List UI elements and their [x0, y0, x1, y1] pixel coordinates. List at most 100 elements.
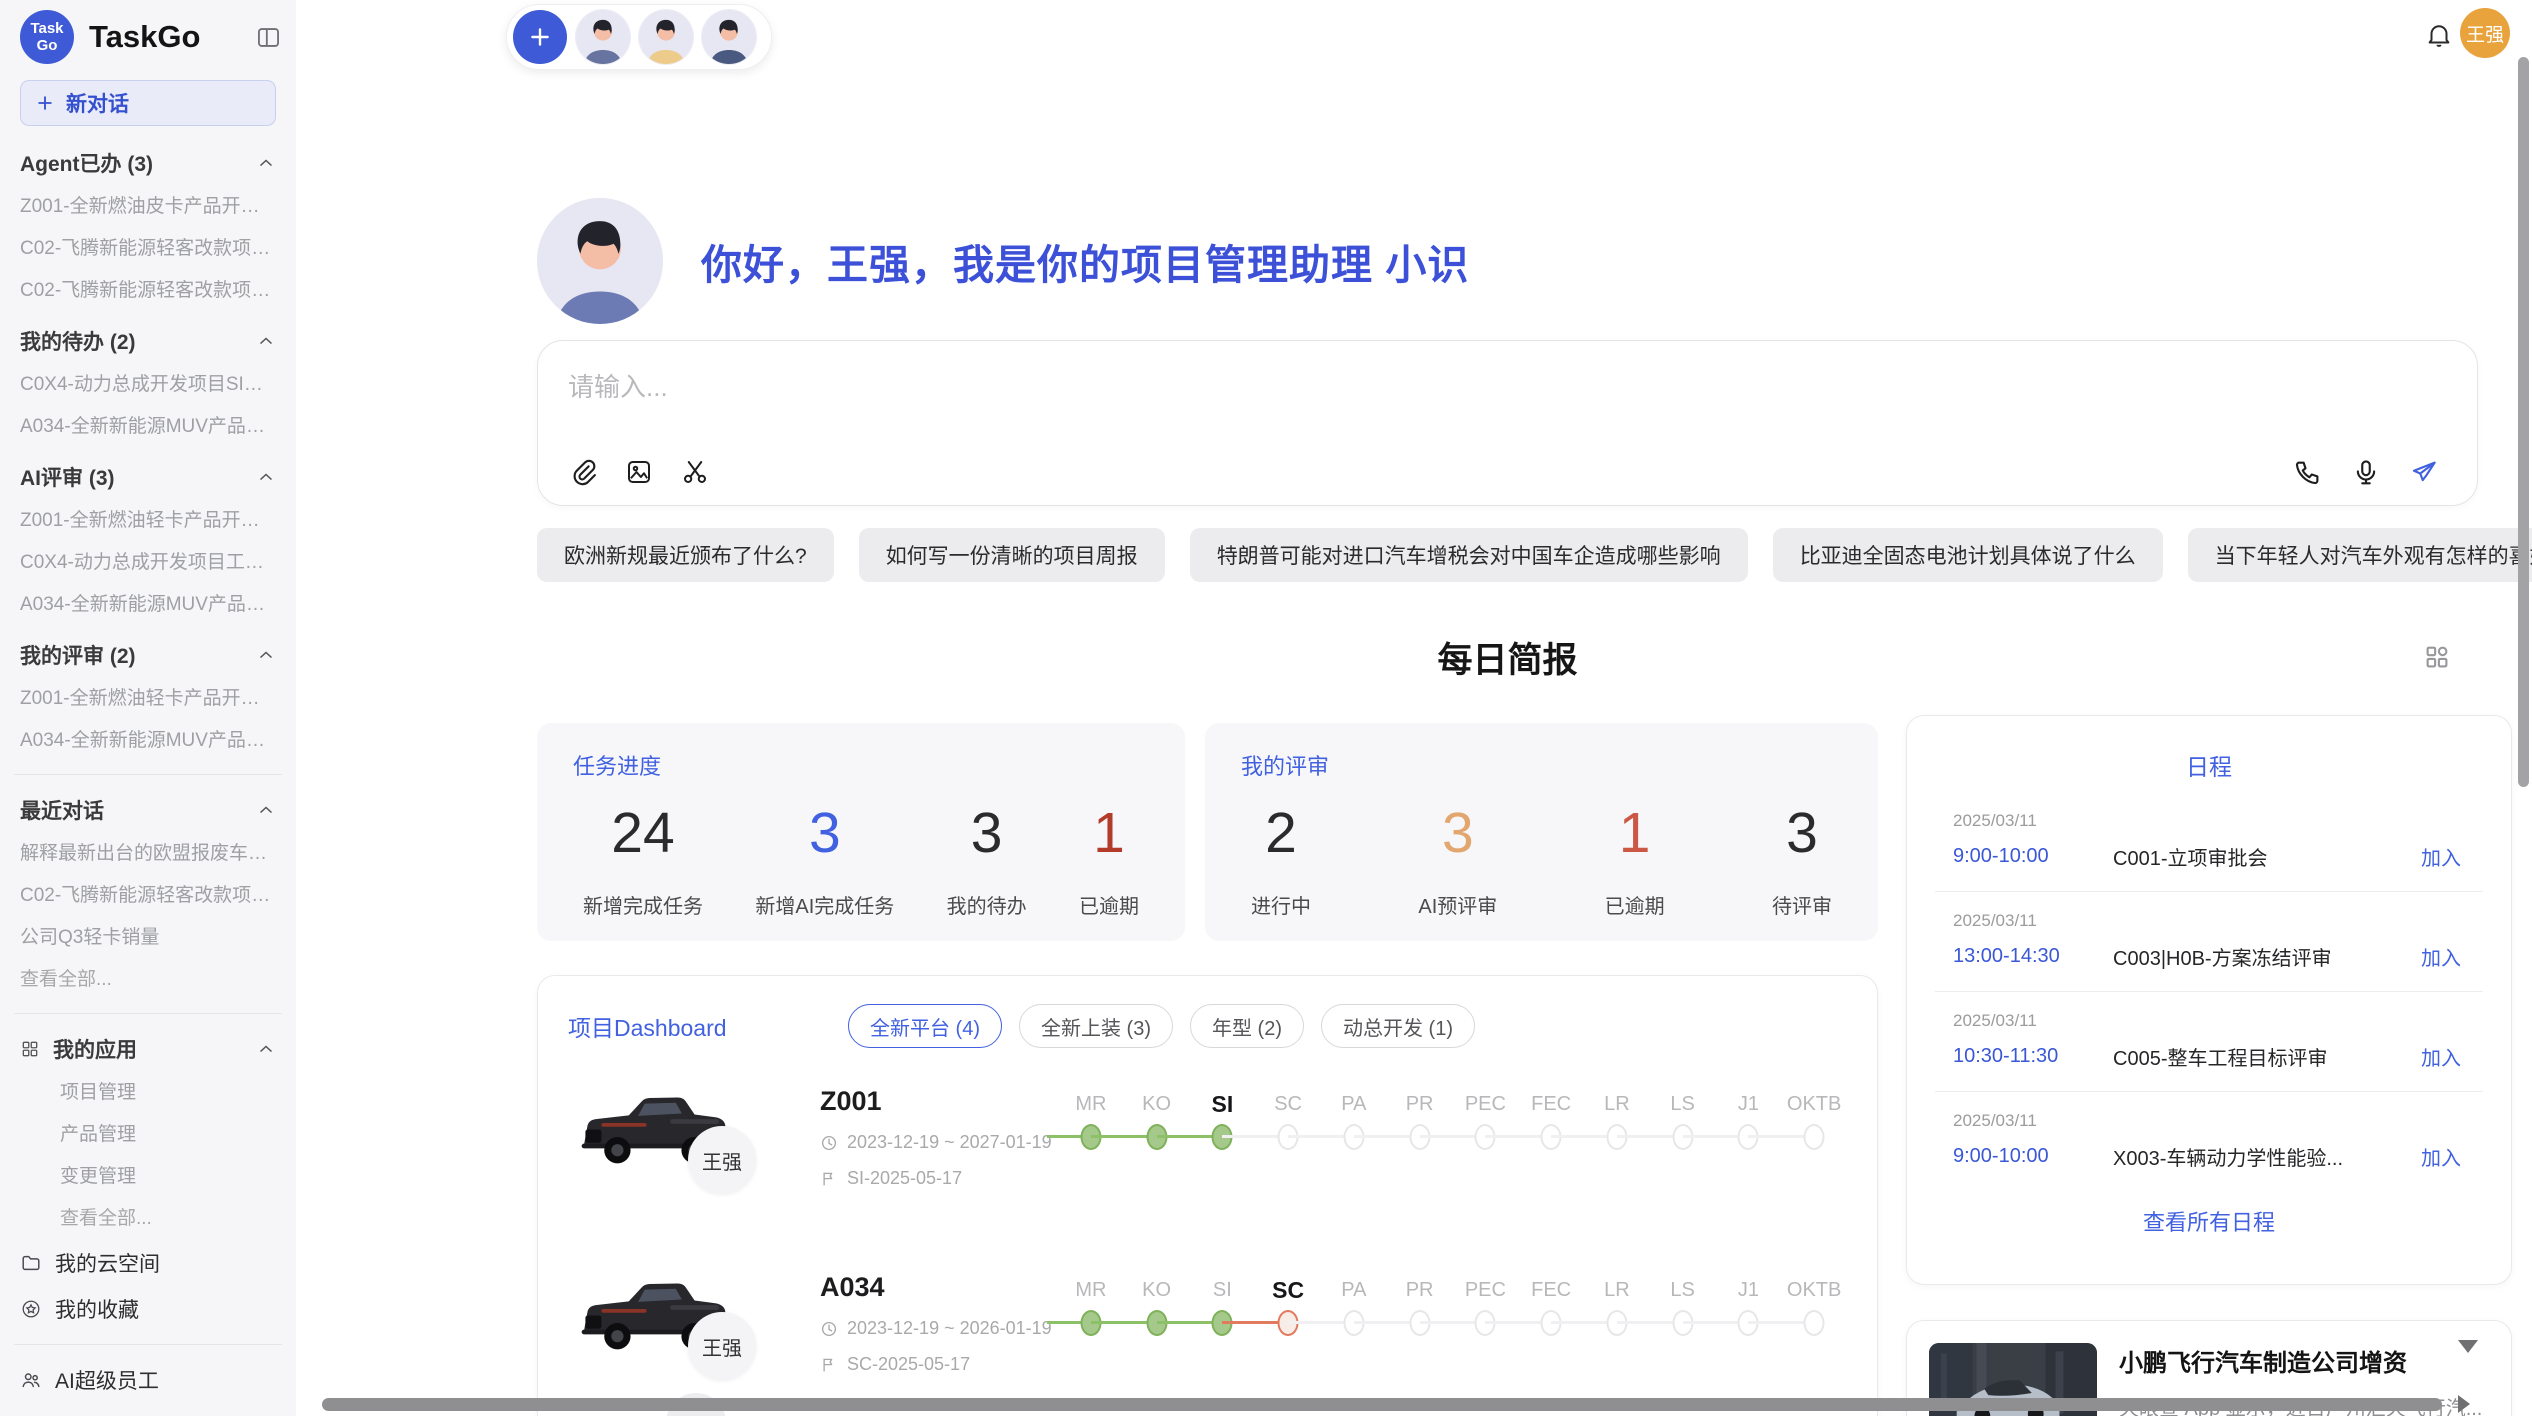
sidebar-item[interactable]: C02-飞腾新能源轻客改款项目里程碑画布: [20, 228, 276, 270]
milestone-label: MR: [1058, 1088, 1124, 1120]
sidebar-item-folder[interactable]: 我的云空间: [20, 1240, 276, 1286]
sidebar-tool[interactable]: 帮我写作: [20, 1403, 276, 1416]
stat-row: 2进行中3AI预评审1已逾期3待评审: [1241, 805, 1842, 919]
filter-pill[interactable]: 全新平台 (4): [848, 1004, 1002, 1048]
milestone-stop: MR: [1058, 1274, 1124, 1340]
suggestion-chip[interactable]: 当下年轻人对汽车外观有怎样的喜好趋势: [2188, 528, 2532, 582]
divider: [14, 1013, 282, 1014]
chevron-up-icon: [256, 467, 276, 487]
schedule-item-main: 9:00-10:00X003-车辆动力学性能验...加入: [1953, 1142, 2461, 1171]
notification-bell-icon[interactable]: [2424, 20, 2454, 50]
scroll-right-arrow[interactable]: [2458, 1395, 2470, 1413]
milestone-dot[interactable]: [1804, 1310, 1825, 1336]
plus-icon: [527, 24, 553, 50]
clock-icon: [820, 1320, 838, 1338]
milestone-label: KO: [1124, 1274, 1190, 1306]
sidebar-section-header[interactable]: AI评审 (3): [20, 454, 276, 500]
view-all-schedule-link[interactable]: 查看所有日程: [1907, 1205, 2511, 1237]
milestone-label: FEC: [1518, 1274, 1584, 1306]
sidebar-section-header[interactable]: 我的待办 (2): [20, 318, 276, 364]
sidebar-item[interactable]: A034-全新新能源MUV产品开发项目造型可行性评审: [20, 720, 276, 762]
milestone-label: LS: [1650, 1274, 1716, 1306]
stat-row: 24新增完成任务3新增AI完成任务3我的待办1已逾期: [573, 805, 1149, 919]
milestone-label: PEC: [1453, 1274, 1519, 1306]
stat-card-title: 我的评审: [1241, 749, 1842, 781]
new-chat-button[interactable]: 新对话: [20, 80, 276, 126]
join-link[interactable]: 加入: [2421, 842, 2461, 871]
sidebar-item[interactable]: 项目管理: [20, 1072, 276, 1114]
join-link[interactable]: 加入: [2421, 942, 2461, 971]
sidebar-section-header[interactable]: Agent已办 (3): [20, 140, 276, 186]
member-avatar[interactable]: [576, 10, 630, 64]
sidebar-section-title: 我的评审 (2): [20, 640, 136, 670]
milestone-stop: PEC: [1453, 1274, 1519, 1340]
sidebar-item[interactable]: A034-全新新能源MUV产品开发项目计划变更表编写: [20, 406, 276, 448]
join-link[interactable]: 加入: [2421, 1042, 2461, 1071]
project-row: 王强Z0012023-12-19 ~ 2027-01-19SI-2025-05-…: [568, 1084, 1847, 1234]
project-flag-text: SI-2025-05-17: [847, 1168, 962, 1189]
sidebar-item[interactable]: 解释最新出台的欧盟报废车法规再生塑料比例被调至15%...: [20, 833, 276, 875]
collapse-sidebar-icon[interactable]: [255, 24, 282, 51]
scroll-down-arrow[interactable]: [2458, 1340, 2478, 1353]
sidebar-header: Task Go TaskGo: [0, 0, 296, 64]
sidebar-item[interactable]: A034-全新新能源MUV产品开发项目法规符合性评审: [20, 584, 276, 626]
sidebar-item[interactable]: 变更管理: [20, 1156, 276, 1198]
sidebar-section-header[interactable]: 我的应用: [20, 1026, 276, 1072]
composer-actions: [2293, 457, 2439, 487]
project-dates: 2023-12-19 ~ 2027-01-19: [820, 1132, 1058, 1153]
sidebar-item[interactable]: C0X4-动力总成开发项目SI里程碑提交物检查: [20, 364, 276, 406]
sidebar-item[interactable]: Z001-全新燃油轻卡产品开发项目SI节点属性5D文件评审: [20, 678, 276, 720]
sidebar-item[interactable]: C02-飞腾新能源轻客改款项目立项汇报方案: [20, 270, 276, 312]
sidebar-item[interactable]: Z001-全新燃油皮卡产品开发项目SI节点Lesson Learn报告: [20, 186, 276, 228]
vertical-scrollbar[interactable]: [2518, 57, 2529, 787]
suggestion-chip[interactable]: 欧洲新规最近颁布了什么?: [537, 528, 834, 582]
sidebar-item[interactable]: Z001-全新燃油轻卡产品开发项目SI造型提交物评审: [20, 500, 276, 542]
sidebar-item[interactable]: C02-飞腾新能源轻客改款项目的闭环通告反馈情况: [20, 875, 276, 917]
image-icon[interactable]: [624, 457, 654, 487]
sidebar-section-title: Agent已办 (3): [20, 148, 153, 178]
sidebar-item[interactable]: C0X4-动力总成开发项目工程变更评审: [20, 542, 276, 584]
sidebar-tool[interactable]: AI超级员工: [20, 1357, 276, 1403]
stat-value: 3: [971, 805, 1003, 862]
mic-icon[interactable]: [2351, 457, 2381, 487]
sidebar-item[interactable]: 查看全部...: [20, 959, 276, 1001]
stat-value: 3: [1786, 805, 1818, 862]
sidebar-item[interactable]: 产品管理: [20, 1114, 276, 1156]
sidebar-item[interactable]: 查看全部...: [20, 1198, 276, 1240]
filter-pill[interactable]: 动总开发 (1): [1321, 1004, 1475, 1048]
suggestion-chip[interactable]: 比亚迪全固态电池计划具体说了什么: [1773, 528, 2163, 582]
sidebar-section-title: 我的应用: [53, 1034, 137, 1064]
chat-input[interactable]: [568, 365, 1968, 409]
sidebar-item[interactable]: 公司Q3轻卡销量: [20, 917, 276, 959]
stat-label: AI预评审: [1418, 890, 1497, 919]
suggestion-chip[interactable]: 特朗普可能对进口汽车增税会对中国车企造成哪些影响: [1190, 528, 1748, 582]
member-avatar[interactable]: [702, 10, 756, 64]
sidebar-item-star-badge[interactable]: 我的收藏: [20, 1286, 276, 1332]
phone-icon[interactable]: [2293, 457, 2323, 487]
join-link[interactable]: 加入: [2421, 1142, 2461, 1171]
horizontal-scrollbar[interactable]: [322, 1398, 2442, 1411]
milestone-dot[interactable]: [1804, 1124, 1825, 1150]
milestone-timeline: MRKOSISCPAPRPECFECLRLSJ1OKTB: [1058, 1270, 1847, 1340]
user-avatar[interactable]: 王强: [2460, 8, 2510, 58]
dashboard-header: 项目Dashboard 全新平台 (4)全新上装 (3)年型 (2)动总开发 (…: [568, 1004, 1847, 1048]
sidebar-section-header[interactable]: 我的评审 (2): [20, 632, 276, 678]
sidebar-section-header[interactable]: 最近对话: [20, 787, 276, 833]
send-icon[interactable]: [2409, 457, 2439, 487]
milestone-stop: FEC: [1518, 1088, 1584, 1154]
stat-block: 3待评审: [1772, 805, 1832, 919]
project-flag: SI-2025-05-17: [820, 1168, 1058, 1189]
member-avatar[interactable]: [639, 10, 693, 64]
milestone-stop: SI: [1190, 1088, 1256, 1154]
filter-pill[interactable]: 全新上装 (3): [1019, 1004, 1173, 1048]
add-member-button[interactable]: [513, 10, 567, 64]
filter-pill[interactable]: 年型 (2): [1190, 1004, 1304, 1048]
scissors-icon[interactable]: [680, 457, 710, 487]
suggestion-chip[interactable]: 如何写一份清晰的项目周报: [859, 528, 1165, 582]
layout-grid-icon[interactable]: [2422, 642, 2452, 672]
schedule-time: 9:00-10:00: [1953, 1145, 2113, 1168]
milestone-stop: PEC: [1453, 1088, 1519, 1154]
paperclip-icon[interactable]: [568, 457, 598, 487]
project-code: A034: [820, 1272, 1058, 1303]
stat-block: 1已逾期: [1079, 805, 1139, 919]
